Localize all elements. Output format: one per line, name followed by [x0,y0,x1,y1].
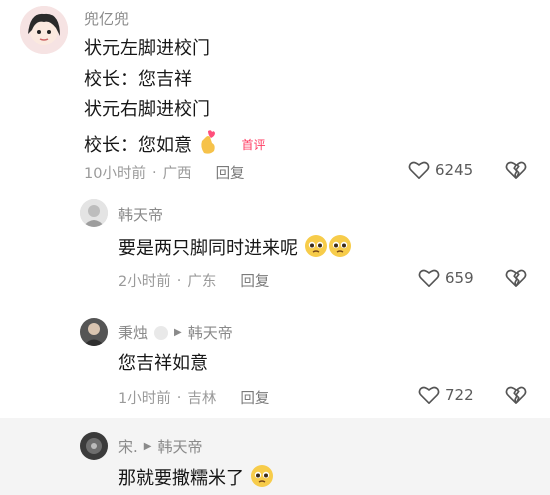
reply-author[interactable]: 秉烛 [118,322,148,343]
comment-meta: 10小时前 · 广西 回复 [84,162,245,183]
avatar-image [20,6,68,54]
separator-dot: · [151,164,157,181]
reply-author[interactable]: 韩天帝 [118,204,163,225]
reply-meta: 1小时前 · 吉林 回复 [118,387,269,408]
avatar[interactable] [20,6,68,54]
avatar-image [80,318,108,346]
reply-author-line: 秉烛 ▶ 韩天帝 [118,322,233,343]
dislike-button[interactable] [505,385,527,409]
broken-heart-icon [505,269,527,287]
separator-dot: · [176,272,182,289]
fan-badge-icon [154,325,169,340]
like-button[interactable]: 722 [418,385,474,405]
reply-location: 广东 [187,274,217,290]
like-count: 722 [445,386,474,404]
separator-dot: · [176,389,182,406]
pleading-face-icon [250,464,274,494]
comment-location: 广西 [162,166,192,182]
reply-time: 2小时前 [118,274,171,290]
heart-icon [408,161,430,179]
reply-text-line: 要是两只脚同时进来呢 [118,234,352,264]
avatar[interactable] [80,199,108,227]
reply-arrow-icon: ▶ [143,441,152,452]
heart-icon [418,386,440,404]
reply-location: 吉林 [187,391,217,407]
like-count: 6245 [435,161,474,179]
reply-author[interactable]: 宋. [118,436,138,457]
reply-text: 您吉祥如意 [118,353,208,374]
comment-last-line: 校长：您如意 首评 [84,129,265,161]
reply-text: 那就要撒糯米了 [118,468,244,489]
avatar-image [80,432,108,460]
like-count: 659 [445,269,474,287]
avatar[interactable] [80,318,108,346]
reply-button[interactable]: 回复 [240,270,269,291]
comment-line: 状元右脚进校门 [84,99,210,120]
pleading-face-icon [304,234,328,264]
comment-line: 校长：您如意 [84,135,192,156]
reply-button[interactable]: 回复 [216,162,245,183]
reply-meta: 2小时前 · 广东 回复 [118,270,269,291]
comment-time: 10小时前 [84,166,146,182]
reply-author-line: 宋. ▶ 韩天帝 [118,436,203,457]
bottom-background [0,418,550,495]
dislike-button[interactable] [505,160,527,184]
pleading-face-icon [328,234,352,264]
reply-button[interactable]: 回复 [240,387,269,408]
broken-heart-icon [505,386,527,404]
comment-line: 状元左脚进校门 [84,38,210,59]
reply-time: 1小时前 [118,391,171,407]
avatar[interactable] [80,432,108,460]
reply-text: 要是两只脚同时进来呢 [118,238,298,259]
reply-arrow-icon: ▶ [174,327,182,338]
reply-to-author[interactable]: 韩天帝 [157,436,202,457]
like-button[interactable]: 6245 [408,160,473,180]
comment-line: 校长：您吉祥 [84,69,192,90]
finger-heart-icon [198,129,220,161]
like-button[interactable]: 659 [418,268,474,288]
avatar-image [80,199,108,227]
dislike-button[interactable] [505,268,527,292]
reply-text-line: 那就要撒糯米了 [118,464,274,494]
heart-icon [418,269,440,287]
reply-to-author[interactable]: 韩天帝 [188,322,233,343]
broken-heart-icon [505,161,527,179]
comment-author[interactable]: 兜亿兜 [84,8,129,29]
first-comment-badge: 首评 [241,138,266,152]
